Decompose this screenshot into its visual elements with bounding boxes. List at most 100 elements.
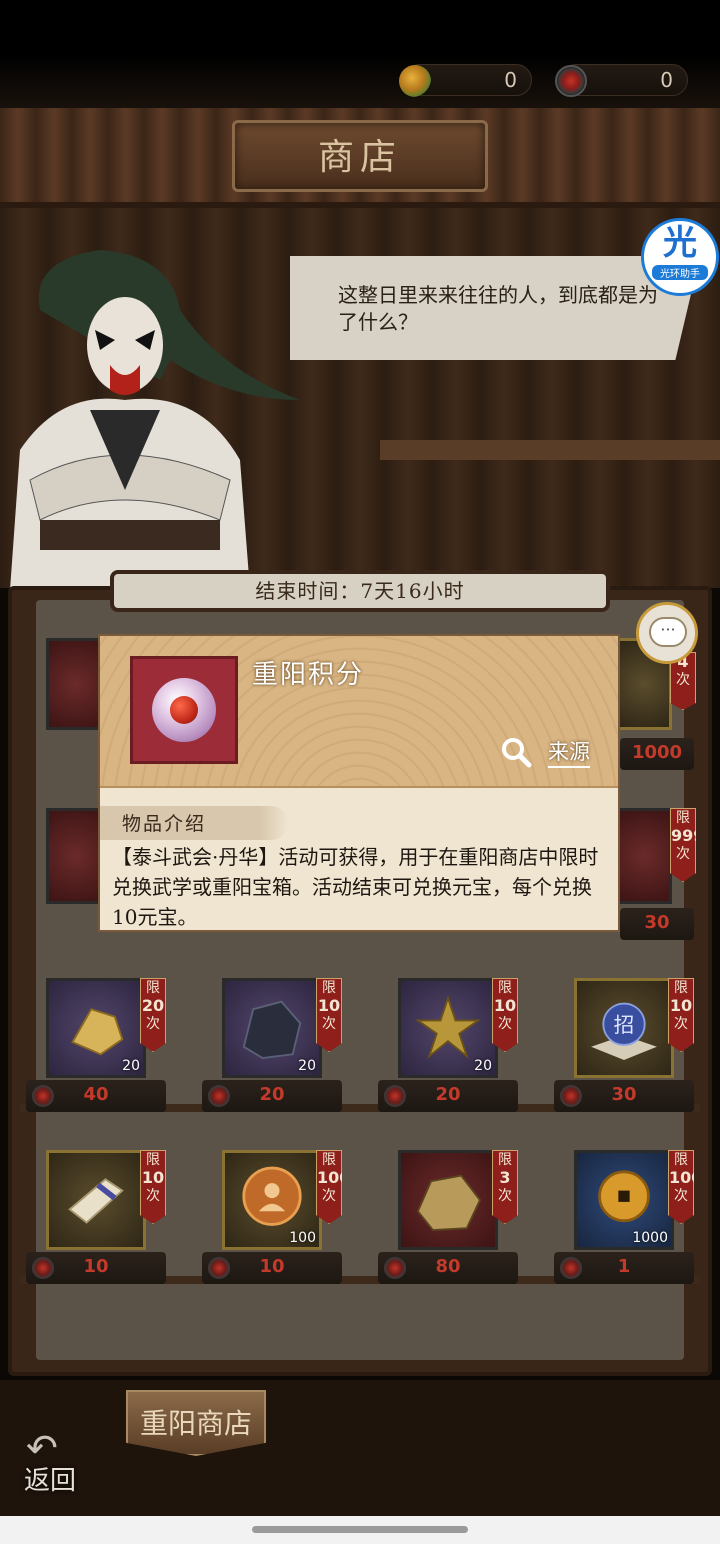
item-quantity: 20 bbox=[474, 1058, 492, 1074]
price-bar-r2c4: 30 bbox=[620, 908, 694, 940]
limit-label: 限 bbox=[322, 980, 336, 996]
flower-currency-counter[interactable]: 0 bbox=[399, 64, 532, 97]
item-card-r2c4[interactable] bbox=[620, 808, 672, 904]
assistant-glyph: 光 bbox=[663, 223, 697, 263]
berry-currency-icon bbox=[555, 65, 587, 97]
item-quantity: 1000 bbox=[632, 1230, 668, 1246]
limit-label: 限 bbox=[674, 1152, 688, 1168]
magnifier-icon[interactable] bbox=[500, 736, 532, 768]
limit-number: 10 bbox=[141, 1168, 165, 1187]
item-limit-r2c4: 限 999 次 bbox=[670, 808, 696, 882]
game-screen: { "currencies": [ {"icon": "flower-curre… bbox=[0, 0, 720, 1544]
item-price: 30 bbox=[644, 912, 670, 933]
item-card-r4c3[interactable] bbox=[398, 1150, 498, 1250]
limit-label: 限 bbox=[322, 1152, 336, 1168]
gold-rock-icon bbox=[416, 1174, 482, 1232]
svg-text:招: 招 bbox=[614, 1013, 635, 1037]
item-limit-r3c1: 限 20 次 bbox=[140, 978, 166, 1052]
item-intro-tag: 物品介绍 bbox=[100, 806, 288, 840]
limit-label: 限 bbox=[146, 980, 160, 996]
limit-unit: 次 bbox=[146, 1188, 160, 1204]
weapon-rack bbox=[380, 440, 720, 460]
limit-unit: 次 bbox=[322, 1188, 336, 1204]
shop-tab-label: 重阳商店 bbox=[139, 1407, 252, 1440]
npc-dialogue-text: 这整日里来来往往的人，到底都是为了什么？ bbox=[338, 283, 658, 334]
price-bar-r4c1: 10 bbox=[26, 1252, 166, 1284]
limit-label: 限 bbox=[676, 810, 690, 826]
item-price: 40 bbox=[83, 1084, 109, 1105]
item-limit-r4c4: 限 100 次 bbox=[668, 1150, 694, 1224]
limit-number: 10 bbox=[493, 996, 517, 1015]
item-quantity: 100 bbox=[289, 1230, 316, 1246]
limit-number: 10 bbox=[317, 996, 341, 1015]
limit-unit: 次 bbox=[498, 1188, 512, 1204]
price-bar-r3c3: 20 bbox=[378, 1080, 518, 1112]
item-card-r2c1[interactable] bbox=[46, 808, 106, 904]
item-card-r3c4[interactable]: 招 bbox=[574, 978, 674, 1078]
end-time-bar: 结束时间：7天16小时 bbox=[110, 570, 610, 612]
item-limit-r4c3: 限3次 bbox=[492, 1150, 518, 1224]
shop-title: 商店 bbox=[317, 137, 402, 178]
price-bar-r4c3: 80 bbox=[378, 1252, 518, 1284]
masked-npc-character bbox=[10, 250, 300, 590]
price-bar-r3c2: 20 bbox=[202, 1080, 342, 1112]
limit-unit: 次 bbox=[146, 1016, 160, 1032]
item-card-r3c3[interactable]: 20 bbox=[398, 978, 498, 1078]
home-indicator[interactable] bbox=[252, 1526, 468, 1533]
source-link[interactable]: 来源 bbox=[548, 736, 590, 768]
limit-unit: 次 bbox=[676, 846, 690, 862]
item-name: 重阳积分 bbox=[252, 660, 365, 690]
goji-berry-icon bbox=[170, 696, 198, 724]
back-button[interactable]: ↶ 返回 bbox=[20, 1426, 100, 1496]
item-card-r3c1[interactable]: 20 bbox=[46, 978, 146, 1078]
item-card-r1c1[interactable] bbox=[46, 638, 106, 730]
limit-unit: 次 bbox=[498, 1016, 512, 1032]
berry-currency-counter[interactable]: 0 bbox=[555, 64, 688, 97]
limit-unit: 次 bbox=[676, 672, 690, 688]
item-limit-r4c1: 限 10 次 bbox=[140, 1150, 166, 1224]
item-intro-text: 【泰斗武会·丹华】活动可获得，用于在重阳商店中限时兑换武学或重阳宝箱。活动结束可… bbox=[112, 845, 599, 929]
item-card-r4c2[interactable]: 100 bbox=[222, 1150, 322, 1250]
chat-button[interactable]: ··· bbox=[636, 602, 698, 664]
end-time-text: 结束时间：7天16小时 bbox=[255, 579, 465, 603]
item-price: 1000 bbox=[631, 742, 683, 763]
chat-bubble-icon: ··· bbox=[649, 617, 687, 647]
limit-unit: 次 bbox=[674, 1016, 688, 1032]
price-bar-r4c4: 1 bbox=[554, 1252, 694, 1284]
item-card-r4c4[interactable]: 1000 bbox=[574, 1150, 674, 1250]
flower-currency-value: 0 bbox=[504, 68, 517, 92]
item-price: 30 bbox=[611, 1084, 637, 1105]
scroll-icon bbox=[68, 1178, 124, 1224]
item-quantity: 20 bbox=[122, 1058, 140, 1074]
assistant-floating-badge[interactable]: 光 光环助手 bbox=[641, 218, 719, 296]
limit-number: 100 bbox=[317, 1168, 351, 1187]
item-price: 20 bbox=[435, 1084, 461, 1105]
item-limit-r3c2: 限 10 次 bbox=[316, 978, 342, 1052]
item-price: 80 bbox=[435, 1256, 461, 1277]
limit-number: 100 bbox=[669, 1168, 703, 1187]
item-intro-title: 物品介绍 bbox=[122, 813, 207, 835]
shop-sign: 商店 bbox=[232, 120, 488, 192]
limit-label: 限 bbox=[498, 1152, 512, 1168]
price-bar-r3c1: 40 bbox=[26, 1080, 166, 1112]
bottom-bar bbox=[0, 1380, 720, 1516]
double-ninth-shop-tab[interactable]: 重阳商店 bbox=[126, 1390, 266, 1456]
item-card-r3c2[interactable]: 20 bbox=[222, 978, 322, 1078]
item-price: 20 bbox=[259, 1084, 285, 1105]
item-limit-r3c4: 限 10 次 bbox=[668, 978, 694, 1052]
limit-unit: 次 bbox=[322, 1016, 336, 1032]
back-label: 返回 bbox=[24, 1466, 77, 1496]
limit-label: 限 bbox=[146, 1152, 160, 1168]
flower-currency-icon bbox=[399, 65, 431, 97]
item-card-r4c1[interactable] bbox=[46, 1150, 146, 1250]
price-bar-r3c4: 30 bbox=[554, 1080, 694, 1112]
assistant-label: 光环助手 bbox=[652, 265, 708, 280]
item-price: 1 bbox=[617, 1256, 631, 1277]
limit-number: 3 bbox=[499, 1168, 511, 1187]
item-limit-r3c3: 限 10 次 bbox=[492, 978, 518, 1052]
item-limit-r4c2: 限 100 次 bbox=[316, 1150, 342, 1224]
limit-number: 999 bbox=[671, 826, 705, 845]
limit-unit: 次 bbox=[674, 1188, 688, 1204]
berry-currency-value: 0 bbox=[660, 68, 673, 92]
item-price: 10 bbox=[259, 1256, 285, 1277]
